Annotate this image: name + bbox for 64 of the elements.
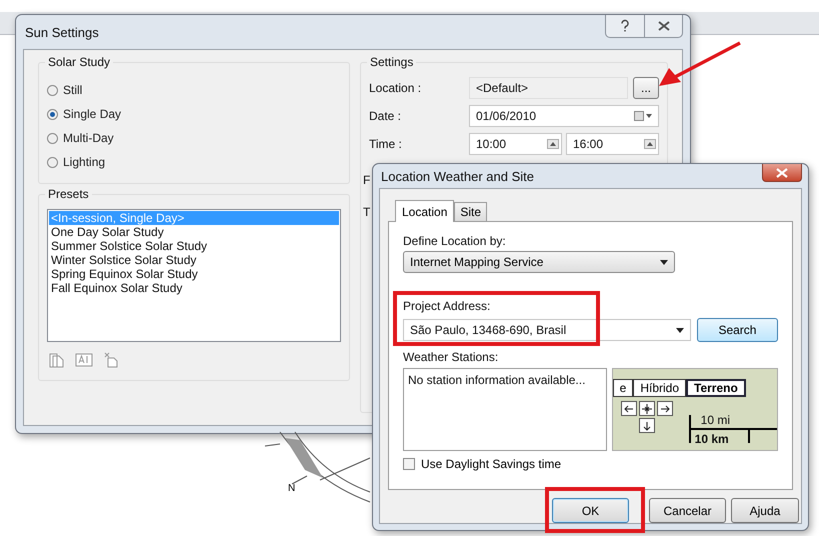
recenter-button[interactable] (638, 401, 655, 416)
window-title: Sun Settings (24, 24, 99, 40)
map-type-button[interactable]: Terreno (686, 379, 746, 397)
map-placeholder[interactable]: e Híbrido Terreno 10 mi 10 km (612, 368, 778, 451)
down-arrow-icon (642, 420, 651, 430)
spin-up-icon[interactable] (547, 139, 559, 149)
preset-item[interactable]: One Day Solar Study (49, 225, 339, 239)
window-title: Location Weather and Site (380, 168, 534, 184)
scale-km-label: 10 km (694, 432, 729, 446)
location-field: <Default> (469, 77, 628, 99)
preset-item[interactable]: Fall Equinox Solar Study (49, 281, 339, 295)
preset-item[interactable]: Summer Solstice Solar Study (49, 239, 339, 253)
close-icon (776, 168, 788, 178)
left-arrow-icon (624, 404, 634, 412)
right-arrow-icon (660, 404, 670, 412)
field-label: Date : (369, 109, 402, 123)
radio-option[interactable]: Single Day (47, 107, 341, 121)
dialog-button[interactable]: OK (552, 498, 629, 523)
map-type-button[interactable]: Híbrido (633, 379, 686, 397)
field-label: Weather Stations: (403, 350, 498, 364)
group-label: Settings (367, 55, 416, 69)
spin-up-icon[interactable] (644, 139, 656, 149)
dropdown-arrow-icon (676, 328, 684, 332)
preset-item[interactable]: Spring Equinox Solar Study (49, 267, 339, 281)
sun-path-drawing: N (255, 430, 375, 520)
close-button[interactable] (762, 164, 802, 182)
start-time-field[interactable]: 10:00 (469, 133, 562, 155)
calendar-dropdown-icon (634, 111, 652, 121)
rename-icon[interactable] (75, 352, 93, 368)
daylight-savings-checkbox[interactable]: Use Daylight Savings time (403, 457, 778, 471)
map-type-button[interactable]: e (612, 379, 634, 397)
field-label: T (363, 205, 370, 219)
pan-down-button[interactable] (638, 418, 655, 433)
tab[interactable]: Location (395, 200, 454, 222)
dialog-button[interactable]: Cancelar (649, 498, 726, 523)
pan-right-button[interactable] (656, 401, 673, 416)
group-label: Presets (45, 187, 92, 201)
dropdown-arrow-icon (660, 260, 668, 264)
radio-option[interactable]: Multi-Day (47, 131, 341, 145)
field-label: Time : (369, 137, 403, 151)
radio-option[interactable]: Still (47, 83, 341, 97)
pan-left-button[interactable] (620, 401, 637, 416)
dialog-button[interactable]: Ajuda (731, 498, 799, 523)
empty-message: No station information available... (408, 373, 586, 387)
group-label: Solar Study (45, 55, 114, 69)
close-icon (658, 21, 670, 31)
search-button[interactable]: Search (696, 318, 778, 342)
help-icon (619, 19, 631, 33)
project-address-field[interactable]: São Paulo, 13468-690, Brasil (403, 319, 691, 341)
duplicate-icon[interactable] (49, 352, 65, 368)
browse-button[interactable]: ... (633, 77, 659, 99)
field-label: Define Location by: (403, 234, 506, 248)
location-method-dropdown[interactable]: Internet Mapping Service (403, 251, 675, 273)
field-label: F (363, 173, 370, 187)
field-label: Location : (369, 81, 422, 95)
delete-icon[interactable] (103, 352, 119, 368)
tab[interactable]: Site (454, 202, 488, 221)
field-label: Project Address: (403, 299, 490, 313)
recenter-icon (642, 404, 652, 414)
preset-item[interactable]: Winter Solstice Solar Study (49, 253, 339, 267)
date-field[interactable]: 01/06/2010 (469, 105, 659, 127)
end-time-field[interactable]: 16:00 (566, 133, 659, 155)
scale-miles-label: 10 mi (700, 413, 730, 427)
radio-option[interactable]: Lighting (47, 155, 341, 169)
